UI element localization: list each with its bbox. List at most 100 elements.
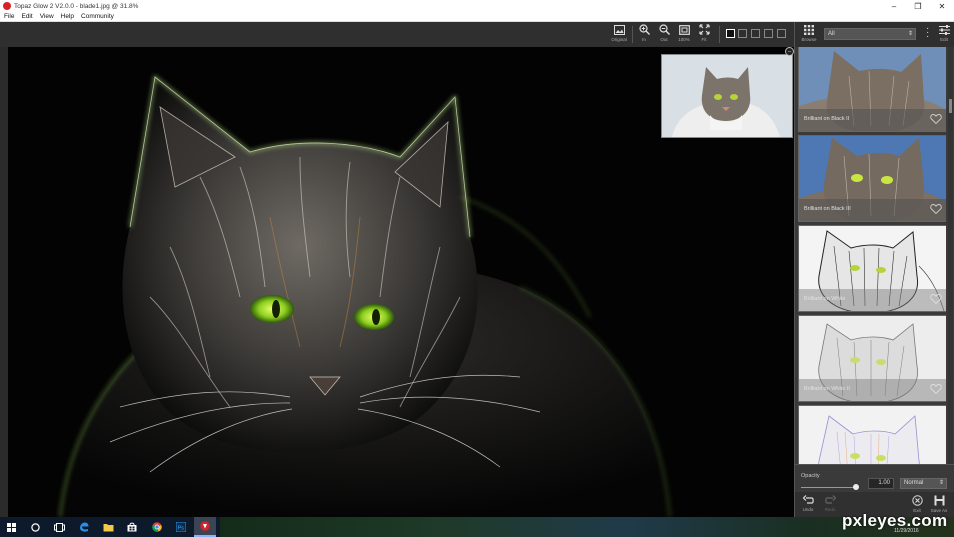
undo-button[interactable]: Undo bbox=[798, 495, 818, 512]
more-options-icon[interactable]: · · · bbox=[926, 24, 930, 42]
preset-category-select[interactable]: All ⇕ bbox=[824, 28, 916, 40]
updown-arrow-icon: ⇕ bbox=[907, 31, 913, 37]
canvas-toolbar: Original In Out 100% Fit bbox=[0, 22, 794, 47]
zoom-out-button[interactable]: Out bbox=[654, 24, 674, 45]
site-watermark: pxleyes.com bbox=[842, 511, 948, 530]
preset-category-value: All bbox=[828, 31, 835, 37]
zoom-100-label: 100% bbox=[678, 37, 690, 42]
menu-file[interactable]: File bbox=[4, 13, 14, 20]
zoom-in-button[interactable]: In bbox=[634, 24, 654, 45]
exit-x-icon bbox=[911, 495, 923, 506]
blend-mode-select[interactable]: Normal ⇕ bbox=[900, 478, 947, 489]
menu-community[interactable]: Community bbox=[81, 13, 114, 20]
fit-screen-icon bbox=[698, 24, 710, 35]
browse-label: Browse bbox=[801, 37, 817, 42]
split-view-vertical-button[interactable] bbox=[738, 29, 747, 38]
fit-button[interactable]: Fit bbox=[694, 24, 714, 45]
preset-thumbnail[interactable]: Brilliant on White II bbox=[798, 315, 946, 402]
folder-icon bbox=[103, 523, 113, 531]
navigator-collapse-button[interactable]: – bbox=[785, 47, 794, 56]
photoshop-icon: Ps bbox=[176, 522, 186, 532]
image-icon bbox=[613, 24, 625, 35]
restore-button[interactable]: ❐ bbox=[906, 0, 930, 12]
toolbar-divider bbox=[632, 26, 633, 43]
chrome-icon bbox=[152, 522, 162, 532]
windows-taskbar: Ps 11/29/2016 bbox=[0, 517, 954, 537]
split-view-horizontal-button[interactable] bbox=[751, 29, 760, 38]
menu-edit[interactable]: Edit bbox=[21, 13, 32, 20]
browse-button[interactable]: Browse bbox=[799, 25, 819, 42]
scrollbar-thumb[interactable] bbox=[949, 99, 952, 113]
stacked-view-button[interactable] bbox=[777, 29, 786, 38]
panel-header: Browse All ⇕ · · · Edit bbox=[795, 22, 954, 47]
preset-name: Brilliant on White II bbox=[804, 386, 850, 392]
window-controls: – ❐ ✕ bbox=[882, 0, 954, 12]
opacity-slider[interactable] bbox=[801, 487, 856, 488]
toolbar-divider bbox=[719, 26, 720, 43]
windows-logo-icon bbox=[6, 522, 16, 532]
favorite-heart-icon[interactable] bbox=[930, 383, 942, 395]
start-button[interactable] bbox=[0, 517, 22, 537]
cortana-search-button[interactable] bbox=[24, 517, 46, 537]
photoshop-button[interactable]: Ps bbox=[170, 517, 192, 537]
presets-panel: Browse All ⇕ · · · Edit Brilliant on Black… bbox=[794, 22, 954, 517]
navigator-preview[interactable] bbox=[661, 54, 793, 138]
redo-button[interactable]: Redo bbox=[820, 495, 840, 512]
store-bag-icon bbox=[127, 522, 137, 532]
redo-label: Redo bbox=[824, 507, 836, 512]
title-bar: Topaz Glow 2 V2.0.0 - blade1.jpg @ 31.8%… bbox=[0, 0, 954, 12]
updown-arrow-icon: ⇕ bbox=[938, 480, 944, 486]
edge-browser-button[interactable] bbox=[73, 517, 95, 537]
menu-view[interactable]: View bbox=[40, 13, 54, 20]
preset-caption: Brilliant on Black III bbox=[799, 199, 946, 221]
task-view-icon bbox=[53, 522, 65, 532]
preset-thumbnail[interactable] bbox=[798, 405, 946, 464]
topaz-app-icon bbox=[3, 2, 11, 10]
grid-icon bbox=[804, 25, 814, 35]
navigator-cat-image bbox=[662, 55, 792, 137]
opacity-value-input[interactable]: 1.00 bbox=[868, 478, 894, 489]
cortana-circle-icon bbox=[30, 522, 40, 532]
favorite-heart-icon[interactable] bbox=[930, 203, 942, 215]
single-view-button[interactable] bbox=[726, 29, 735, 38]
blend-mode-value: Normal bbox=[904, 480, 924, 486]
sliders-icon bbox=[938, 25, 950, 35]
zoom-out-icon bbox=[658, 24, 670, 35]
preset-caption: Brilliant on Black II bbox=[799, 109, 946, 131]
preset-thumbnail[interactable]: Brilliant on Black III bbox=[798, 135, 946, 222]
side-by-side-view-button[interactable] bbox=[764, 29, 773, 38]
preset-caption: Brilliant on White bbox=[799, 289, 946, 311]
fit-label: Fit bbox=[701, 37, 707, 42]
original-button[interactable]: Original bbox=[609, 24, 629, 45]
preset-thumbnail-list[interactable]: Brilliant on Black II Brilliant on Black… bbox=[798, 47, 946, 464]
actual-size-icon bbox=[678, 24, 690, 35]
minimize-button[interactable]: – bbox=[882, 0, 906, 12]
close-button[interactable]: ✕ bbox=[930, 0, 954, 12]
opacity-slider-handle[interactable] bbox=[853, 484, 859, 490]
preset-list-scrollbar[interactable] bbox=[948, 47, 953, 464]
task-view-button[interactable] bbox=[48, 517, 70, 537]
store-button[interactable] bbox=[121, 517, 143, 537]
window-title: Topaz Glow 2 V2.0.0 - blade1.jpg @ 31.8% bbox=[14, 2, 139, 10]
menu-bar: File Edit View Help Community bbox=[0, 12, 954, 22]
zoom-in-label: In bbox=[642, 37, 646, 42]
preset-thumbnail[interactable]: Brilliant on Black II bbox=[798, 47, 946, 132]
svg-text:Ps: Ps bbox=[178, 526, 185, 532]
chrome-button[interactable] bbox=[146, 517, 168, 537]
favorite-heart-icon[interactable] bbox=[930, 293, 942, 305]
file-explorer-button[interactable] bbox=[97, 517, 119, 537]
undo-label: Undo bbox=[802, 507, 814, 512]
preset-preview-image bbox=[799, 406, 946, 464]
preset-name: Brilliant on Black III bbox=[804, 206, 851, 212]
edit-button[interactable]: Edit bbox=[935, 25, 953, 42]
save-icon bbox=[934, 495, 944, 506]
menu-help[interactable]: Help bbox=[61, 13, 74, 20]
edit-label: Edit bbox=[940, 37, 948, 42]
zoom-100-button[interactable]: 100% bbox=[674, 24, 694, 45]
favorite-heart-icon[interactable] bbox=[930, 113, 942, 125]
opacity-label: Opacity bbox=[801, 473, 820, 479]
topaz-glow-taskbar-button[interactable] bbox=[194, 517, 216, 537]
preset-thumbnail[interactable]: Brilliant on White bbox=[798, 225, 946, 312]
redo-icon bbox=[824, 495, 836, 504]
opacity-controls: Opacity 1.00 Normal ⇕ bbox=[795, 464, 954, 492]
